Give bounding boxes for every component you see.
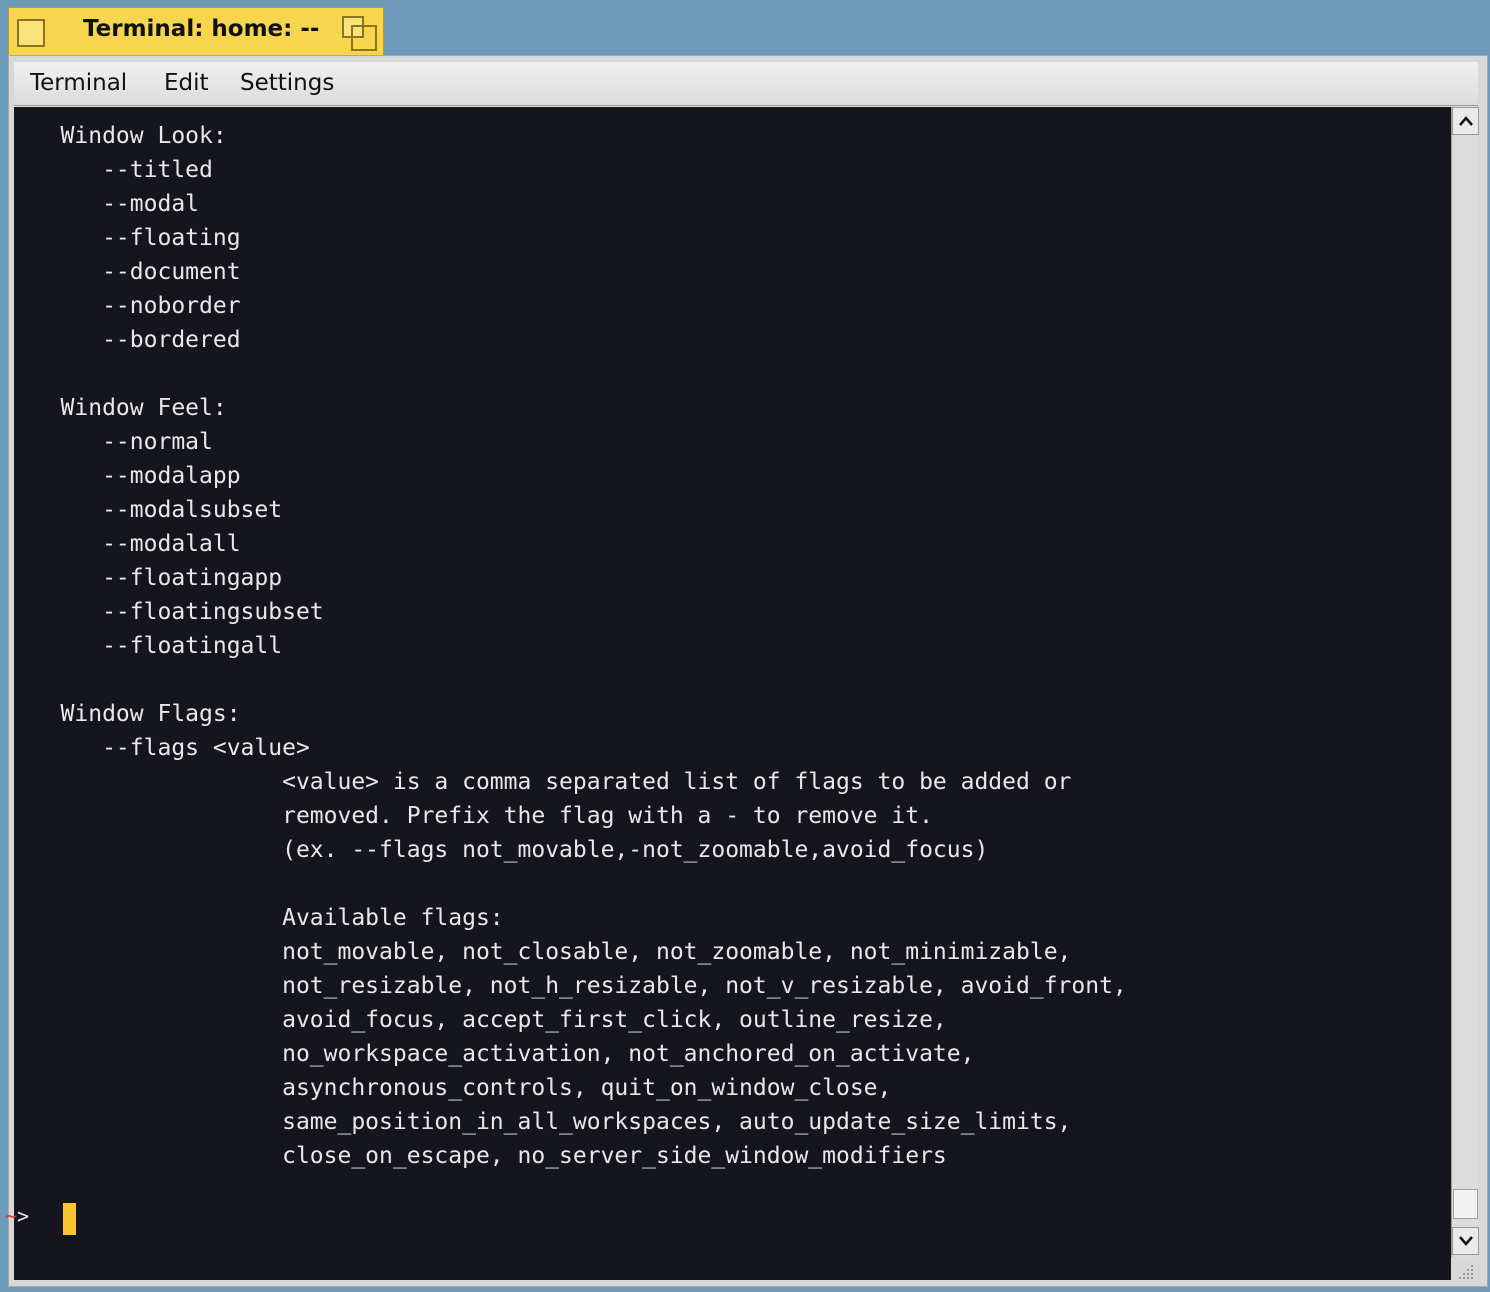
terminal-line: --normal xyxy=(19,429,213,455)
terminal-line: avoid_focus, accept_first_click, outline… xyxy=(19,1007,947,1033)
terminal-line: --modalall xyxy=(19,531,241,557)
terminal-line: --modalsubset xyxy=(19,497,283,523)
terminal-line: --flags <value> xyxy=(19,735,310,761)
scrollbar-thumb[interactable] xyxy=(1453,1189,1478,1219)
terminal-prompt: ~> xyxy=(5,1199,29,1233)
menu-settings[interactable]: Settings xyxy=(240,70,334,96)
terminal-line: asynchronous_controls, quit_on_window_cl… xyxy=(19,1075,892,1101)
vertical-scrollbar[interactable] xyxy=(1451,107,1479,1257)
close-box-icon[interactable] xyxy=(17,19,45,47)
terminal-line: removed. Prefix the flag with a - to rem… xyxy=(19,803,933,829)
zoom-box-icon[interactable] xyxy=(342,16,377,51)
window-title: Terminal: home: -- xyxy=(83,16,320,42)
menu-bar: Terminal Edit Settings xyxy=(14,62,1478,106)
terminal-line: --floating xyxy=(19,225,241,251)
prompt-arrow: > xyxy=(17,1204,30,1228)
terminal-line: no_workspace_activation, not_anchored_on… xyxy=(19,1041,975,1067)
terminal-line: --bordered xyxy=(19,327,241,353)
arrow-down-icon[interactable] xyxy=(1452,1227,1479,1255)
terminal-line: --modal xyxy=(19,191,200,217)
terminal-view[interactable]: Window Look: --titled --modal --floating… xyxy=(14,107,1451,1280)
terminal-line: --modalapp xyxy=(19,463,241,489)
terminal-line: Window Feel: xyxy=(19,395,227,421)
terminal-line: not_movable, not_closable, not_zoomable,… xyxy=(19,939,1072,965)
terminal-line: Window Look: xyxy=(19,123,227,149)
text-cursor xyxy=(63,1203,76,1235)
terminal-line: --titled xyxy=(19,157,213,183)
terminal-line: Window Flags: xyxy=(19,701,241,727)
resize-grip-icon[interactable] xyxy=(1452,1258,1478,1284)
terminal-line: close_on_escape, no_server_side_window_m… xyxy=(19,1143,947,1169)
terminal-line: --document xyxy=(19,259,241,285)
prompt-tilde: ~ xyxy=(5,1204,18,1228)
terminal-line: <value> is a comma separated list of fla… xyxy=(19,769,1072,795)
terminal-line: --floatingapp xyxy=(19,565,283,591)
menu-edit[interactable]: Edit xyxy=(164,70,209,96)
terminal-line: --floatingall xyxy=(19,633,283,659)
terminal-line: not_resizable, not_h_resizable, not_v_re… xyxy=(19,973,1127,999)
terminal-line: Available flags: xyxy=(19,905,504,931)
arrow-up-icon[interactable] xyxy=(1452,107,1479,135)
terminal-line: --floatingsubset xyxy=(19,599,324,625)
terminal-line: (ex. --flags not_movable,-not_zoomable,a… xyxy=(19,837,989,863)
window-tab[interactable]: Terminal: home: -- xyxy=(8,7,384,55)
terminal-output: Window Look: --titled --modal --floating… xyxy=(19,119,1127,1173)
menu-terminal[interactable]: Terminal xyxy=(30,70,127,96)
terminal-line: same_position_in_all_workspaces, auto_up… xyxy=(19,1109,1072,1135)
terminal-line: --noborder xyxy=(19,293,241,319)
